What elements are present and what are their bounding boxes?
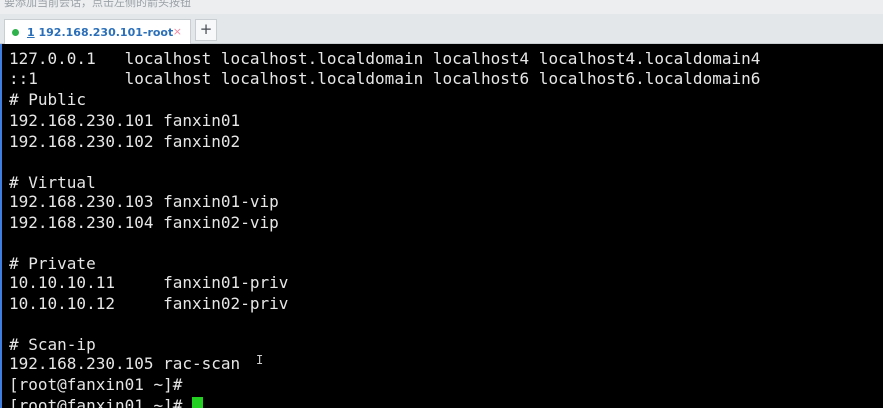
terminal-app-window: 要添加当前会话，点击左侧的箭头按钮 1 192.168.230.101-root…: [0, 0, 883, 408]
add-tab-button[interactable]: +: [195, 19, 217, 41]
tab-label: 1 192.168.230.101-root: [27, 26, 173, 39]
terminal-line: 192.168.230.102 fanxin02: [9, 132, 241, 151]
terminal-line: # Private: [9, 254, 96, 273]
session-hint-bar: 要添加当前会话，点击左侧的箭头按钮: [0, 0, 883, 14]
terminal-line: 127.0.0.1 localhost localhost.localdomai…: [9, 49, 761, 68]
text-cursor-icon: I: [256, 353, 264, 367]
terminal-line: # Public: [9, 90, 87, 109]
terminal-prompt: [root@fanxin01 ~]#: [9, 396, 193, 408]
tab-title: 192.168.230.101-root: [38, 25, 174, 39]
terminal-line: # Scan-ip: [9, 335, 96, 354]
session-status-dot-icon: [12, 28, 19, 36]
close-icon[interactable]: ×: [173, 25, 182, 39]
terminal-line: ::1 localhost localhost.localdomain loca…: [9, 69, 761, 88]
tab-index: 1: [27, 25, 35, 39]
tab-bar: 1 192.168.230.101-root × +: [0, 14, 883, 44]
terminal-line: 10.10.10.11 fanxin01-priv: [9, 273, 289, 292]
terminal-cursor: [192, 397, 204, 408]
terminal-line: 192.168.230.101 fanxin01: [9, 111, 241, 130]
terminal-line: [root@fanxin01 ~]#: [9, 375, 183, 394]
terminal-prompt-line[interactable]: [root@fanxin01 ~]#: [9, 396, 204, 408]
terminal-line: # Virtual: [9, 173, 96, 192]
session-hint-text: 要添加当前会话，点击左侧的箭头按钮: [4, 0, 191, 9]
terminal-line: 192.168.230.105 rac-scan: [9, 354, 241, 373]
terminal-line: 192.168.230.104 fanxin02-vip: [9, 213, 279, 232]
plus-icon: +: [199, 20, 213, 38]
terminal-line: 192.168.230.103 fanxin01-vip: [9, 192, 279, 211]
terminal-line: 10.10.10.12 fanxin02-priv: [9, 294, 289, 313]
terminal-output[interactable]: 127.0.0.1 localhost localhost.localdomai…: [0, 44, 883, 408]
tab-session-192-168-230-101[interactable]: 1 192.168.230.101-root ×: [4, 19, 191, 44]
